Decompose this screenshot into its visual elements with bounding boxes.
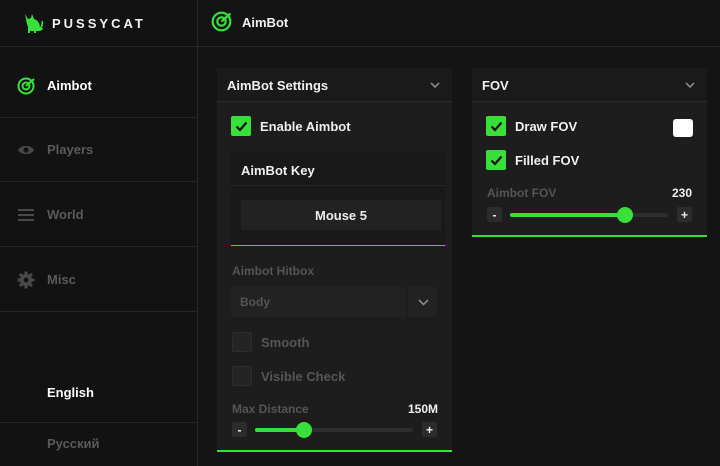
aimbot-key-button[interactable]: Mouse 5 bbox=[241, 200, 441, 230]
slider-thumb[interactable] bbox=[617, 207, 634, 223]
language-english[interactable]: English bbox=[0, 372, 198, 412]
sidebar: PUSSYCAT Aimbot Players World Misc Engli… bbox=[0, 0, 198, 466]
slider-fill bbox=[510, 213, 626, 217]
max-distance-increment-button[interactable]: + bbox=[422, 422, 437, 437]
sidebar-item-world[interactable]: World bbox=[0, 183, 198, 247]
aimbot-key-label: AimBot Key bbox=[241, 163, 315, 178]
panel-title: FOV bbox=[482, 78, 509, 93]
radar-icon bbox=[17, 77, 35, 94]
sidebar-item-misc[interactable]: Misc bbox=[0, 248, 198, 312]
max-distance-slider[interactable] bbox=[255, 422, 413, 438]
aimbot-fov-decrement-button[interactable]: - bbox=[487, 207, 502, 222]
visible-check-checkbox[interactable] bbox=[232, 366, 252, 386]
smooth-row[interactable]: Smooth bbox=[232, 332, 309, 352]
divider bbox=[0, 46, 198, 47]
aimbot-hitbox-label: Aimbot Hitbox bbox=[232, 264, 314, 278]
max-distance-value: 150M bbox=[407, 402, 438, 416]
panel-title: AimBot Settings bbox=[227, 78, 329, 93]
language-russian[interactable]: Русский bbox=[0, 423, 198, 463]
sidebar-item-aimbot[interactable]: Aimbot bbox=[0, 54, 198, 118]
fov-panel: FOV Draw FOV Filled FOV Aimbot FOV 230 -… bbox=[472, 68, 707, 237]
language-label: Русский bbox=[47, 435, 100, 451]
sidebar-item-label: World bbox=[47, 207, 84, 222]
language-label: English bbox=[47, 384, 94, 400]
max-distance-decrement-button[interactable]: - bbox=[232, 422, 247, 437]
draw-fov-checkbox[interactable] bbox=[486, 116, 506, 136]
enable-aimbot-row[interactable]: Enable Aimbot bbox=[231, 116, 351, 136]
visible-check-label: Visible Check bbox=[261, 368, 346, 384]
check-icon bbox=[490, 155, 502, 166]
filled-fov-row[interactable]: Filled FOV bbox=[486, 150, 579, 170]
chevron-down-icon bbox=[685, 82, 695, 89]
aimbot-fov-slider[interactable] bbox=[510, 207, 668, 223]
sidebar-item-players[interactable]: Players bbox=[0, 118, 198, 182]
aimbot-settings-panel: AimBot Settings Enable Aimbot AimBot Key… bbox=[217, 68, 452, 452]
sidebar-item-label: Misc bbox=[47, 272, 76, 287]
check-icon bbox=[235, 121, 247, 132]
aimbot-key-group: AimBot Key Mouse 5 bbox=[231, 152, 445, 246]
header: AimBot bbox=[198, 0, 720, 47]
divider bbox=[231, 185, 445, 186]
chevron-down-icon bbox=[430, 82, 440, 89]
max-distance-label: Max Distance bbox=[232, 402, 309, 416]
brand: PUSSYCAT bbox=[22, 12, 146, 34]
fov-color-swatch[interactable] bbox=[673, 119, 693, 137]
filled-fov-label: Filled FOV bbox=[515, 152, 580, 168]
smooth-label: Smooth bbox=[261, 334, 310, 350]
visible-check-row[interactable]: Visible Check bbox=[232, 366, 345, 386]
gear-icon bbox=[17, 271, 35, 288]
aimbot-hitbox-dropdown-button[interactable] bbox=[406, 287, 437, 317]
check-icon bbox=[490, 121, 502, 132]
sidebar-item-label: Aimbot bbox=[47, 78, 92, 93]
aimbot-fov-label: Aimbot FOV bbox=[487, 186, 557, 200]
menu-icon bbox=[18, 208, 34, 221]
panel-header[interactable]: FOV bbox=[472, 68, 707, 102]
sidebar-item-label: Players bbox=[47, 142, 94, 157]
aimbot-fov-increment-button[interactable]: + bbox=[677, 207, 692, 222]
aimbot-hitbox-value: Body bbox=[240, 295, 270, 309]
brand-name: PUSSYCAT bbox=[52, 15, 146, 31]
chevron-down-icon bbox=[418, 299, 429, 306]
slider-thumb[interactable] bbox=[295, 422, 312, 438]
cat-icon bbox=[25, 14, 44, 33]
panel-header[interactable]: AimBot Settings bbox=[217, 68, 452, 102]
radar-icon bbox=[211, 11, 232, 32]
page-title: AimBot bbox=[242, 15, 289, 30]
smooth-checkbox[interactable] bbox=[232, 332, 252, 352]
enable-aimbot-checkbox[interactable] bbox=[231, 116, 251, 136]
aimbot-fov-value: 230 bbox=[671, 186, 692, 200]
filled-fov-checkbox[interactable] bbox=[486, 150, 506, 170]
draw-fov-label: Draw FOV bbox=[515, 118, 578, 134]
enable-aimbot-label: Enable Aimbot bbox=[260, 118, 351, 134]
draw-fov-row[interactable]: Draw FOV bbox=[486, 116, 577, 136]
eye-icon bbox=[18, 145, 34, 154]
